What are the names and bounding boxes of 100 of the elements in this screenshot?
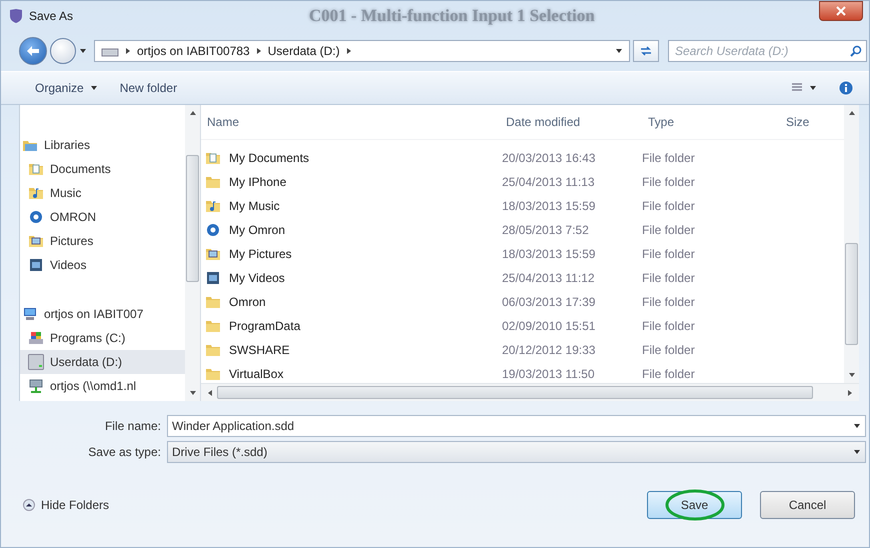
folder-icon	[205, 366, 221, 382]
background-window-title: C001 - Multi-function Input 1 Selection	[309, 6, 595, 26]
date-modified: 18/03/2013 15:59	[502, 199, 596, 213]
disc-icon	[205, 222, 221, 238]
file-name-field[interactable]: Winder Application.sdd	[167, 415, 866, 437]
file-name[interactable]: SWSHARE	[229, 343, 290, 357]
nav-item[interactable]: OMRON	[20, 205, 185, 229]
folder-icon	[205, 342, 221, 358]
nav-item[interactable]: ortjos on IABIT007	[20, 302, 185, 326]
scrollbar[interactable]	[185, 105, 200, 401]
chevron-icon	[256, 47, 262, 55]
film-icon	[28, 257, 44, 273]
hide-folders-button[interactable]: Hide Folders	[23, 498, 110, 512]
horizontal-scrollbar[interactable]	[201, 383, 859, 401]
folder-icon	[205, 318, 221, 334]
file-name[interactable]: Omron	[229, 295, 266, 309]
scroll-left-icon	[207, 388, 213, 396]
date-modified: 19/03/2013 11:50	[502, 367, 596, 381]
document-folder-icon	[205, 150, 221, 166]
forward-button[interactable]	[50, 38, 76, 64]
scroll-right-icon	[847, 388, 853, 396]
file-name[interactable]: My Pictures	[229, 247, 292, 261]
file-name[interactable]: My Music	[229, 199, 280, 213]
picture-folder-icon	[205, 246, 221, 262]
recent-pages-caret-icon	[79, 48, 87, 54]
file-name[interactable]: My IPhone	[229, 175, 286, 189]
file-type: File folder	[642, 151, 696, 165]
nav-item[interactable]: Pictures	[20, 229, 185, 253]
help-icon	[839, 81, 853, 95]
nav-item[interactable]: ortjos (\\omd1.nl	[20, 374, 185, 398]
field-label: File name:	[104, 419, 161, 433]
computer-icon	[22, 306, 38, 322]
date-modified: 06/03/2013 17:39	[502, 295, 596, 309]
file-name[interactable]: My Videos	[229, 271, 285, 285]
nav-item[interactable]: Programs (C:)	[20, 326, 185, 350]
nav-item[interactable]: Userdata (D:)	[20, 350, 185, 374]
music-folder-icon	[205, 198, 221, 214]
nav-item[interactable]: Music	[20, 181, 185, 205]
column-header[interactable]: Type	[646, 115, 784, 129]
date-modified: 18/03/2013 15:59	[502, 247, 596, 261]
music-folder-icon	[28, 185, 44, 201]
scrollbar[interactable]	[844, 105, 859, 383]
scroll-up-icon	[188, 110, 196, 116]
caret-icon	[853, 423, 861, 429]
search-field[interactable]: Search Userdata (D:)	[668, 40, 867, 62]
drive-icon	[28, 330, 44, 346]
file-type: File folder	[642, 199, 696, 213]
document-folder-icon	[28, 161, 44, 177]
file-type: File folder	[642, 367, 696, 381]
file-name[interactable]: ProgramData	[229, 319, 300, 333]
file-type: File folder	[642, 223, 696, 237]
date-modified: 25/04/2013 11:12	[502, 271, 596, 285]
view-list-icon	[791, 83, 803, 93]
disc-icon	[28, 209, 44, 225]
file-name[interactable]: VirtualBox	[229, 367, 284, 381]
column-header[interactable]: Date modified	[504, 115, 646, 129]
shield-icon	[9, 8, 23, 24]
breadcrumb[interactable]: Userdata (D:)	[268, 44, 340, 58]
refresh-icon	[639, 45, 653, 57]
chevron-icon	[346, 47, 352, 55]
close-button[interactable]	[819, 1, 863, 21]
column-header[interactable]: Name	[205, 115, 504, 129]
search-icon	[850, 45, 862, 57]
picture-folder-icon	[28, 233, 44, 249]
back-button[interactable]	[19, 37, 47, 65]
drive-icon	[28, 354, 44, 370]
column-header[interactable]: Size	[784, 115, 836, 129]
address-field[interactable]: ortjos on IABIT00783 Userdata (D:)	[94, 40, 630, 62]
file-name[interactable]: My Documents	[229, 151, 310, 165]
collapse-icon	[23, 499, 35, 511]
file-type: File folder	[642, 175, 696, 189]
date-modified: 25/04/2013 11:13	[502, 175, 596, 189]
back-arrow-icon	[26, 45, 40, 57]
date-modified: 28/05/2013 7:52	[502, 223, 590, 237]
toolbar-button[interactable]: New folder	[116, 78, 182, 98]
date-modified: 20/03/2013 16:43	[502, 151, 596, 165]
file-name[interactable]: My Omron	[229, 223, 286, 237]
file-type: File folder	[642, 271, 696, 285]
file-type: File folder	[642, 319, 696, 333]
file-type-dropdown[interactable]: Drive Files (*.sdd)	[167, 441, 866, 463]
refresh-button[interactable]	[633, 40, 659, 62]
nav-item[interactable]: Libraries	[20, 133, 185, 157]
file-type: File folder	[642, 343, 696, 357]
nav-item[interactable]: Videos	[20, 253, 185, 277]
folder-icon	[205, 174, 221, 190]
date-modified: 20/12/2012 19:33	[502, 343, 596, 357]
caret-icon	[853, 449, 861, 455]
chevron-icon	[125, 47, 131, 55]
folder-icon	[205, 294, 221, 310]
field-label: Save as type:	[87, 445, 161, 459]
file-type: File folder	[642, 247, 696, 261]
breadcrumb[interactable]: ortjos on IABIT00783	[137, 44, 250, 58]
caret-icon	[809, 85, 817, 91]
dialog-button[interactable]: Cancel	[760, 491, 855, 519]
scroll-down-icon	[848, 372, 856, 378]
nav-item[interactable]: Documents	[20, 157, 185, 181]
toolbar-button[interactable]: Organize	[31, 78, 102, 98]
close-icon	[836, 6, 846, 16]
scroll-down-icon	[188, 390, 196, 396]
window-title: Save As	[29, 9, 74, 23]
